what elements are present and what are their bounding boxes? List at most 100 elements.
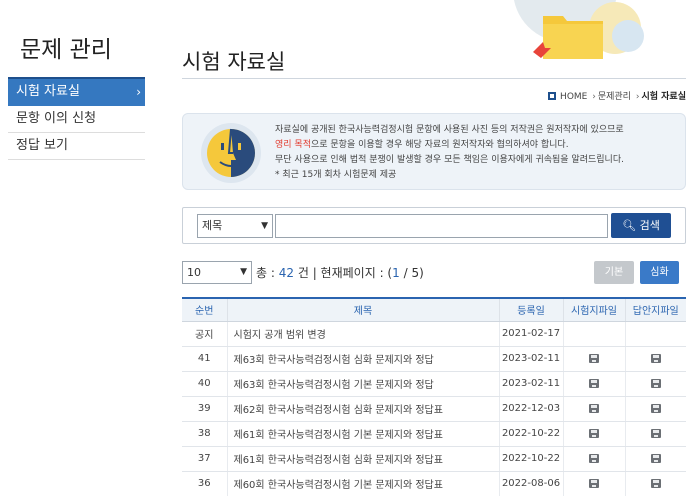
exam-file-download-icon[interactable]	[589, 378, 599, 388]
sidebar-item-objection[interactable]: 문항 이의 신청	[8, 106, 145, 133]
search-button-label: 검색	[639, 219, 660, 232]
row-title-link[interactable]: 제61회 한국사능력검정시험 기본 문제지와 정답표	[226, 421, 499, 447]
row-title-link[interactable]: 제63회 한국사능력검정시험 기본 문제지와 정답	[226, 371, 499, 397]
total-count: 42	[278, 266, 295, 280]
file-cell	[562, 321, 625, 347]
table-row: 40 제63회 한국사능력검정시험 기본 문제지와 정답 2023-02-11	[182, 371, 686, 397]
notice-line-rest: 으로 문항을 이용할 경우 해당 자료의 원저작자와 협의하셔야 합니다.	[310, 140, 569, 150]
exam-file-download-icon[interactable]	[589, 403, 599, 413]
answer-file-download-icon[interactable]	[650, 478, 661, 488]
file-cell	[562, 471, 625, 496]
row-date: 2023-02-11	[498, 346, 563, 372]
total-unit: 건 | 현재페이지 : (	[297, 266, 393, 280]
count-info: 총 : 42 건 | 현재페이지 : (1 / 5)	[256, 264, 424, 281]
row-number: 41	[182, 346, 227, 372]
exam-file-download-icon[interactable]	[589, 453, 599, 463]
search-field-value: 제목	[202, 219, 223, 232]
table-row: 39 제62회 한국사능력검정시험 심화 문제지와 정답표 2022-12-03	[182, 396, 686, 422]
file-cell	[562, 371, 625, 397]
file-cell	[624, 471, 686, 496]
search-field-select[interactable]: 제목 ▼	[197, 214, 273, 238]
sidebar-item-label: 정답 보기	[16, 138, 68, 153]
answer-file-download-icon[interactable]	[650, 353, 661, 363]
row-date: 2022-08-06	[498, 471, 563, 496]
file-cell	[562, 396, 625, 422]
page-size-select[interactable]: 10 ▼	[182, 261, 252, 284]
row-number: 40	[182, 371, 227, 397]
total-label: 총 :	[256, 266, 275, 280]
breadcrumb-home[interactable]: HOME	[560, 92, 587, 102]
sidebar-item-answers[interactable]: 정답 보기	[8, 133, 145, 160]
row-title-link[interactable]: 제62회 한국사능력검정시험 심화 문제지와 정답표	[226, 396, 499, 422]
sidebar-item-label: 문항 이의 신청	[16, 111, 97, 126]
row-number: 39	[182, 396, 227, 422]
search-box: 제목 ▼ 🔍︎ 검색	[182, 207, 686, 244]
row-title-link[interactable]: 시험지 공개 범위 변경	[226, 321, 499, 347]
sidebar-item-exam-archive[interactable]: 시험 자료실 ›	[8, 79, 145, 106]
column-header: 순번	[182, 297, 227, 322]
breadcrumb-level1[interactable]: 문제관리	[598, 92, 631, 102]
search-icon: 🔍︎	[622, 219, 637, 232]
page-total: / 5)	[399, 266, 424, 280]
row-title-link[interactable]: 제60회 한국사능력검정시험 기본 문제지와 정답표	[226, 471, 499, 496]
exam-table: 순번 제목 등록일 시험지파일 답안지파일 공지 시험지 공개 범위 변경 2021…	[182, 297, 686, 496]
breadcrumb: HOME › 문제관리 › 시험 자료실	[548, 89, 686, 102]
exam-file-download-icon[interactable]	[589, 478, 599, 488]
row-date: 2022-10-22	[498, 421, 563, 447]
row-date: 2021-02-17	[498, 321, 563, 347]
notice-line: 무단 사용으로 인해 법적 분쟁이 발생할 경우 모든 책임은 이용자에게 귀속…	[275, 155, 624, 165]
current-page: 1	[392, 266, 400, 280]
notice-line: 영리 목적으로 문항을 이용할 경우 해당 자료의 원저작자와 협의하셔야 합니…	[275, 138, 624, 153]
answer-file-download-icon[interactable]	[650, 403, 661, 413]
sidebar-item-label: 시험 자료실	[16, 84, 80, 99]
breadcrumb-separator: ›	[592, 92, 596, 102]
table-row: 공지 시험지 공개 범위 변경 2021-02-17	[182, 321, 686, 347]
column-header: 등록일	[498, 297, 563, 322]
column-header: 제목	[226, 297, 499, 322]
column-header: 시험지파일	[562, 297, 625, 322]
chevron-down-icon: ▼	[240, 267, 247, 277]
answer-file-download-icon[interactable]	[650, 378, 661, 388]
notice-text: 자료실에 공개된 한국사능력검정시험 문항에 사용된 사진 등의 저작권은 원저…	[275, 123, 624, 183]
search-input[interactable]	[275, 214, 608, 238]
table-row: 38 제61회 한국사능력검정시험 기본 문제지와 정답표 2022-10-22	[182, 421, 686, 447]
answer-file-download-icon[interactable]	[650, 453, 661, 463]
row-number: 38	[182, 421, 227, 447]
file-cell	[624, 321, 686, 347]
answer-file-download-icon[interactable]	[650, 428, 661, 438]
row-title-link[interactable]: 제63회 한국사능력검정시험 심화 문제지와 정답	[226, 346, 499, 372]
chevron-down-icon: ▼	[261, 221, 268, 231]
basic-filter-button[interactable]: 기본	[594, 261, 634, 284]
face-icon	[201, 123, 261, 183]
row-number: 37	[182, 446, 227, 472]
page-title: 시험 자료실	[182, 50, 286, 74]
file-cell	[562, 421, 625, 447]
side-nav: 시험 자료실 › 문항 이의 신청 정답 보기	[8, 77, 145, 160]
file-cell	[624, 446, 686, 472]
row-date: 2023-02-11	[498, 371, 563, 397]
table-row: 41 제63회 한국사능력검정시험 심화 문제지와 정답 2023-02-11	[182, 346, 686, 372]
chevron-right-icon: ›	[136, 85, 141, 99]
exam-file-download-icon[interactable]	[589, 353, 599, 363]
row-title-link[interactable]: 제61회 한국사능력검정시험 심화 문제지와 정답표	[226, 446, 499, 472]
breadcrumb-current: 시험 자료실	[641, 92, 686, 102]
row-date: 2022-10-22	[498, 446, 563, 472]
exam-file-download-icon[interactable]	[589, 428, 599, 438]
header-illustration	[510, 0, 700, 70]
notice-line: 자료실에 공개된 한국사능력검정시험 문항에 사용된 사진 등의 저작권은 원저…	[275, 125, 624, 135]
table-header-row: 순번 제목 등록일 시험지파일 답안지파일	[182, 297, 686, 322]
file-cell	[624, 421, 686, 447]
page-size-value: 10	[187, 266, 201, 279]
advanced-filter-button[interactable]: 심화	[640, 261, 679, 284]
row-number: 36	[182, 471, 227, 496]
search-button[interactable]: 🔍︎ 검색	[611, 213, 671, 238]
file-cell	[562, 446, 625, 472]
file-cell	[562, 346, 625, 372]
home-icon	[548, 92, 557, 100]
row-date: 2022-12-03	[498, 396, 563, 422]
copyright-notice: 자료실에 공개된 한국사능력검정시험 문항에 사용된 사진 등의 저작권은 원저…	[182, 113, 686, 190]
file-cell	[624, 396, 686, 422]
file-cell	[624, 371, 686, 397]
notice-highlight: 영리 목적	[275, 140, 311, 150]
table-row: 36 제60회 한국사능력검정시험 기본 문제지와 정답표 2022-08-06	[182, 471, 686, 496]
